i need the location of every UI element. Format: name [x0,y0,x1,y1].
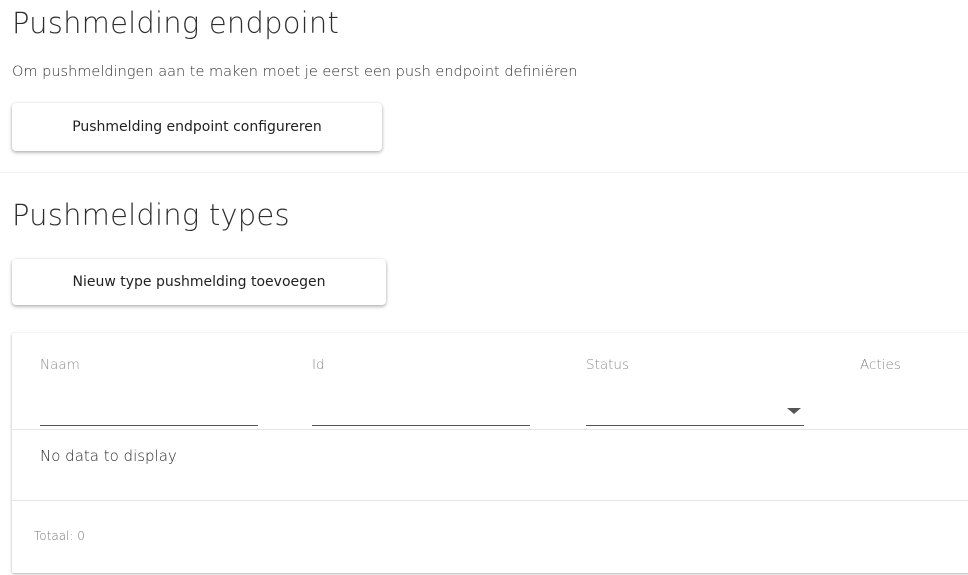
total-count: Totaal: 0 [34,529,85,543]
endpoint-description: Om pushmeldingen aan te maken moet je ee… [12,64,578,80]
caret-down-icon[interactable] [787,408,801,414]
id-filter-input[interactable] [312,395,530,426]
column-header-status[interactable]: Status [586,357,629,373]
header-separator [12,429,968,430]
endpoint-section: Pushmelding endpoint Om pushmeldingen aa… [0,0,968,172]
naam-filter-input[interactable] [40,395,258,426]
page: Pushmelding endpoint Om pushmeldingen aa… [0,0,968,575]
column-header-naam[interactable]: Naam [40,357,80,373]
types-title: Pushmelding types [12,198,290,232]
section-divider [0,172,968,173]
column-header-id[interactable]: Id [312,357,325,373]
configure-endpoint-button[interactable]: Pushmelding endpoint configureren [12,103,382,151]
footer-separator [12,500,968,501]
endpoint-title: Pushmelding endpoint [12,6,340,40]
empty-message: No data to display [40,447,177,465]
column-header-acties: Acties [860,357,901,373]
status-filter-select[interactable] [586,395,804,426]
add-type-button[interactable]: Nieuw type pushmelding toevoegen [12,259,386,305]
types-grid: Naam Id Status Acties No data to display… [12,333,968,573]
